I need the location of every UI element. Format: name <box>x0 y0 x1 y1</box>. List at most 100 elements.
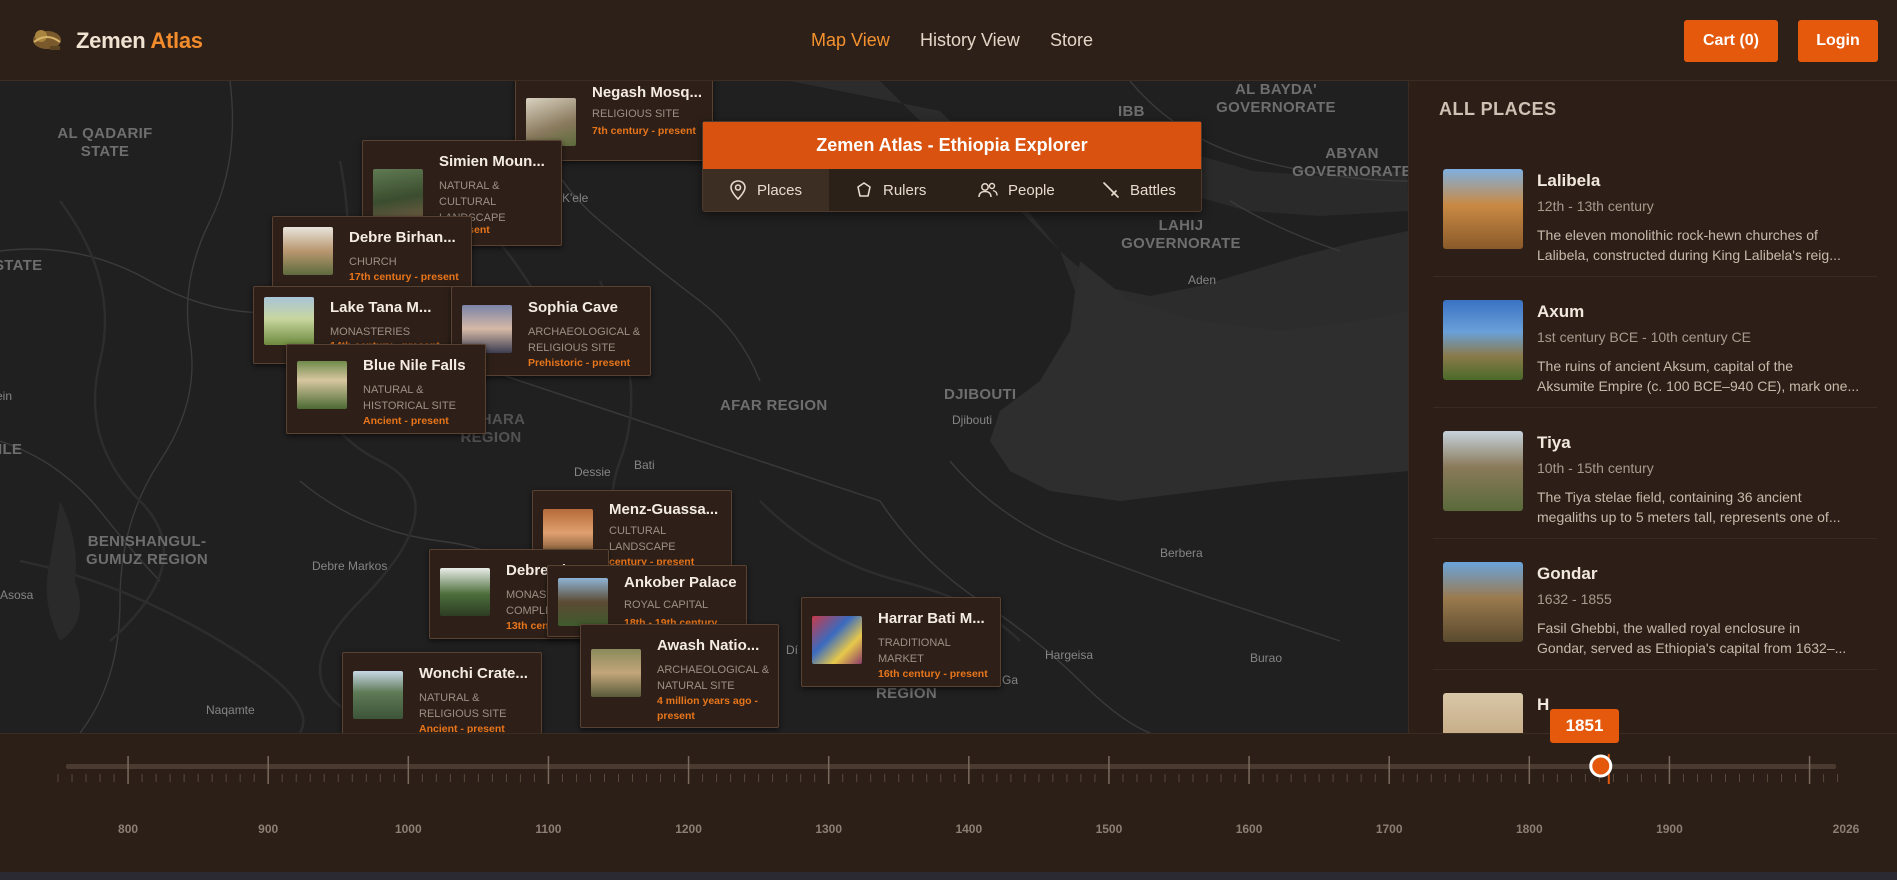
card-title: Harrar Bati M... <box>878 610 985 627</box>
brand-name[interactable]: Zemen Atlas <box>76 28 203 54</box>
place-desc-line: The ruins of ancient Aksum, capital of t… <box>1537 358 1794 374</box>
places-sidebar: ALL PLACES Lalibela 12th - 13th century … <box>1408 81 1897 733</box>
cart-button[interactable]: Cart (0) <box>1684 20 1778 62</box>
region-lahij: LAHIJ GOVERNORATE <box>1121 217 1241 252</box>
place-desc-line: Fasil Ghebbi, the walled royal enclosure… <box>1537 620 1801 636</box>
timeline-handle[interactable] <box>1589 754 1613 778</box>
place-thumbnail <box>297 361 347 409</box>
nav-map-view[interactable]: Map View <box>811 30 890 51</box>
timeline-year-label: 1900 <box>1656 822 1683 836</box>
card-type: NATURAL & RELIGIOUS SITE <box>419 692 507 720</box>
place-image <box>1443 431 1523 511</box>
timeline-year-label: 1300 <box>815 822 843 836</box>
card-type: ARCHAEOLOGICAL & NATURAL SITE <box>657 664 770 692</box>
place-thumbnail <box>440 568 490 616</box>
place-date: 10th - 15th century <box>1537 460 1654 476</box>
tab-places-label: Places <box>757 181 803 199</box>
explorer-panel: Zemen Atlas - Ethiopia Explorer Places R… <box>702 121 1202 212</box>
card-title: Lake Tana M... <box>330 299 432 316</box>
city-aden: Aden <box>1188 273 1217 287</box>
place-date: 1st century BCE - 10th century CE <box>1537 329 1751 345</box>
tab-rulers[interactable]: Rulers <box>855 169 926 211</box>
timeline-year-label: 1200 <box>675 822 702 836</box>
tab-people[interactable]: People <box>978 169 1055 211</box>
region-somali: REGION <box>876 685 937 702</box>
city-asosa: Asosa <box>0 588 34 602</box>
place-thumbnail <box>526 98 576 146</box>
timeline-year-label: 1800 <box>1515 822 1543 836</box>
timeline-year-label: 1600 <box>1235 822 1263 836</box>
region-benishangul: BENISHANGUL-GUMUZ REGION <box>86 533 208 568</box>
place-card-harrar-market[interactable]: Harrar Bati M... TRADITIONAL MARKET 16th… <box>801 597 1001 687</box>
city-partial-ga: Ga <box>1002 673 1019 687</box>
place-description: Fasil Ghebbi, the walled royal enclosure… <box>1537 618 1867 658</box>
place-card-awash-park[interactable]: Awash Natio... ARCHAEOLOGICAL & NATURAL … <box>580 624 779 728</box>
place-card-debre-birhan[interactable]: Debre Birhan... CHURCH 17th century - pr… <box>272 216 472 296</box>
timeline-bar[interactable]: 800 900 1000 1100 1200 1300 1400 1500 1600 1700 18… <box>0 733 1897 875</box>
tab-battles[interactable]: Battles <box>1102 169 1176 211</box>
card-date: 4 million years ago - present <box>657 695 758 722</box>
place-thumbnail <box>373 169 423 217</box>
city-burao: Burao <box>1250 651 1283 665</box>
place-image <box>1443 562 1523 642</box>
card-date: Ancient - present <box>419 723 505 733</box>
place-item-partial[interactable]: H <box>1433 685 1877 733</box>
place-thumbnail <box>353 671 403 719</box>
city-bati: Bati <box>634 458 655 472</box>
card-title: Menz-Guassa... <box>609 501 719 518</box>
nav-store[interactable]: Store <box>1050 30 1093 51</box>
login-button[interactable]: Login <box>1798 20 1878 62</box>
card-title: Blue Nile Falls <box>363 357 466 374</box>
brand-accent: Atlas <box>150 28 203 53</box>
map-pin-icon <box>730 180 746 200</box>
sidebar-title: ALL PLACES <box>1439 99 1557 119</box>
tab-people-label: People <box>1008 181 1055 199</box>
place-desc-line: Aksumite Empire (c. 100 BCE–940 CE), mar… <box>1537 378 1860 394</box>
timeline-year-label: 1400 <box>955 822 983 836</box>
place-item-axum[interactable]: Axum 1st century BCE - 10th century CE T… <box>1433 292 1877 408</box>
lion-logo-icon[interactable] <box>30 22 64 56</box>
place-desc-line: The eleven monolithic rock-hewn churches… <box>1537 227 1818 243</box>
place-description: The ruins of ancient Aksum, capital of t… <box>1537 356 1867 396</box>
card-type: ARCHAEOLOGICAL & RELIGIOUS SITE <box>528 326 641 354</box>
card-title: Debre Birhan... <box>349 229 456 246</box>
place-description: The eleven monolithic rock-hewn churches… <box>1537 225 1867 265</box>
region-partial-ile: ILE <box>0 441 23 458</box>
place-card-blue-nile-falls[interactable]: Blue Nile Falls NATURAL & HISTORICAL SIT… <box>286 344 486 434</box>
timeline-track[interactable] <box>0 734 1897 814</box>
region-afar: AFAR REGION <box>720 397 828 414</box>
card-date: Prehistoric - present <box>528 357 631 369</box>
place-date: 12th - 13th century <box>1537 198 1654 214</box>
city-debre-markos: Debre Markos <box>312 559 388 573</box>
place-item-lalibela[interactable]: Lalibela 12th - 13th century The eleven … <box>1433 161 1877 277</box>
place-name: Axum <box>1537 302 1585 321</box>
region-al-qadarif: AL QADARIF STATE <box>57 125 153 160</box>
region-label: AL QADARIF STATE <box>50 125 160 161</box>
timeline-year-label: 2026 <box>1832 822 1860 836</box>
crown-icon <box>857 182 871 197</box>
place-desc-line: The Tiya stelae field, containing 36 anc… <box>1537 489 1802 505</box>
place-image <box>1443 693 1523 733</box>
place-desc-line: Gondar, served as Ethiopia's capital fro… <box>1537 640 1847 656</box>
timeline-year-label: 800 <box>118 822 139 836</box>
card-title: Awash Natio... <box>657 637 760 654</box>
place-item-tiya[interactable]: Tiya 10th - 15th century The Tiya stelae… <box>1433 423 1877 539</box>
brand-main: Zemen <box>76 28 151 53</box>
region-al-bayda: AL BAYDA' GOVERNORATE <box>1216 81 1336 116</box>
card-type: CHURCH <box>349 256 397 268</box>
card-title: Negash Mosq... <box>592 84 703 101</box>
city-partial-di: Dí <box>786 643 798 657</box>
card-type: RELIGIOUS SITE <box>592 108 680 120</box>
card-title: Sophia Cave <box>528 299 619 316</box>
place-thumbnail <box>591 649 641 697</box>
place-card-wonchi-crater[interactable]: Wonchi Crate... NATURAL & RELIGIOUS SITE… <box>342 652 542 733</box>
nav-history-view[interactable]: History View <box>920 30 1020 51</box>
region-label-state: STATE <box>0 257 43 274</box>
place-description: The Tiya stelae field, containing 36 anc… <box>1537 487 1867 527</box>
place-item-gondar[interactable]: Gondar 1632 - 1855 Fasil Ghebbi, the wal… <box>1433 554 1877 670</box>
tab-places[interactable]: Places <box>703 169 829 211</box>
timeline-year-label: 1700 <box>1375 822 1403 836</box>
city-berbera: Berbera <box>1160 546 1203 560</box>
place-name: Tiya <box>1537 433 1571 452</box>
place-date: 1632 - 1855 <box>1537 591 1612 607</box>
